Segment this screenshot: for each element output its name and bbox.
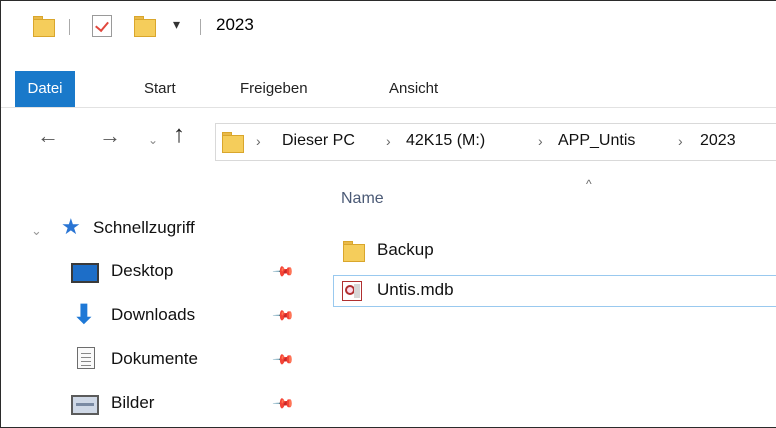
window-title: 2023 <box>216 15 254 34</box>
title-separator <box>200 19 201 35</box>
list-item-selected[interactable]: Untis.mdb <box>333 275 776 307</box>
sidebar-item-label: Bilder <box>111 393 155 412</box>
navigation-pane: ⌄ ★ Schnellzugriff Desktop 📌 ⬇ Downloads… <box>1 171 321 427</box>
back-button[interactable]: ← <box>37 123 59 149</box>
ribbon-divider <box>1 107 776 108</box>
file-list: ^ Name Backup Untis.mdb <box>321 171 776 427</box>
toolbar-separator <box>69 19 70 35</box>
folder-icon <box>222 131 244 153</box>
sidebar-item-desktop[interactable]: Desktop 📌 <box>1 255 321 289</box>
recent-locations-button[interactable]: ⌄ <box>148 133 158 147</box>
list-item[interactable]: Backup <box>333 235 776 267</box>
address-bar[interactable]: › Dieser PC › 42K15 (M:) › APP_Untis › 2… <box>215 123 776 161</box>
sidebar-item-downloads[interactable]: ⬇ Downloads 📌 <box>1 299 321 333</box>
up-button[interactable]: ↑ <box>173 121 185 149</box>
tab-ansicht[interactable]: Ansicht <box>383 71 444 107</box>
pin-icon[interactable]: 📌 <box>272 347 296 371</box>
breadcrumb-separator: › <box>386 133 391 149</box>
pictures-icon <box>71 395 99 415</box>
documents-icon <box>77 347 95 369</box>
breadcrumb-app-untis[interactable]: APP_Untis <box>558 132 635 150</box>
file-name: Untis.mdb <box>377 280 454 299</box>
sidebar-item-bilder[interactable]: Bilder 📌 <box>1 387 321 421</box>
forward-button[interactable]: → <box>99 123 121 149</box>
tab-freigeben[interactable]: Freigeben <box>234 71 314 107</box>
folder-icon <box>343 240 365 262</box>
sort-ascending-icon: ^ <box>586 177 592 191</box>
tab-start[interactable]: Start <box>138 71 182 107</box>
sidebar-item-label: Dokumente <box>111 349 198 368</box>
file-explorer-window: ▾ 2023 Datei Start Freigeben Ansicht ← →… <box>0 0 776 428</box>
pin-icon[interactable]: 📌 <box>272 391 296 415</box>
column-header-name[interactable]: Name <box>341 190 384 208</box>
navigation-bar: ← → ⌄ ↑ › Dieser PC › 42K15 (M:) › APP_U… <box>1 111 776 167</box>
downloads-icon: ⬇ <box>73 299 95 329</box>
file-name: Backup <box>377 240 434 259</box>
sidebar-item-label: Schnellzugriff <box>93 218 195 237</box>
ribbon-tabs: Datei Start Freigeben Ansicht <box>1 71 776 107</box>
quick-access-dropdown[interactable]: ▾ <box>173 16 180 33</box>
new-folder-icon[interactable] <box>134 15 156 37</box>
breadcrumb-2023[interactable]: 2023 <box>700 132 736 150</box>
pin-icon[interactable]: 📌 <box>272 259 296 283</box>
star-icon: ★ <box>61 214 81 239</box>
title-bar: ▾ 2023 <box>1 1 776 51</box>
sidebar-item-label: Downloads <box>111 305 196 324</box>
breadcrumb-dieser-pc[interactable]: Dieser PC <box>282 132 355 150</box>
desktop-icon <box>71 263 99 283</box>
breadcrumb-separator: › <box>538 133 543 149</box>
tab-datei[interactable]: Datei <box>15 71 75 107</box>
pin-icon[interactable]: 📌 <box>272 303 296 327</box>
sidebar-item-dokumente[interactable]: Dokumente 📌 <box>1 343 321 377</box>
breadcrumb-separator: › <box>256 133 261 149</box>
sidebar-item-schnellzugriff[interactable]: ★ Schnellzugriff <box>1 211 321 245</box>
folder-icon <box>33 15 55 37</box>
breadcrumb-separator: › <box>678 133 683 149</box>
access-database-icon <box>342 281 362 301</box>
properties-icon[interactable] <box>92 15 112 37</box>
breadcrumb-drive[interactable]: 42K15 (M:) <box>406 132 485 150</box>
sidebar-item-label: Desktop <box>111 261 174 280</box>
